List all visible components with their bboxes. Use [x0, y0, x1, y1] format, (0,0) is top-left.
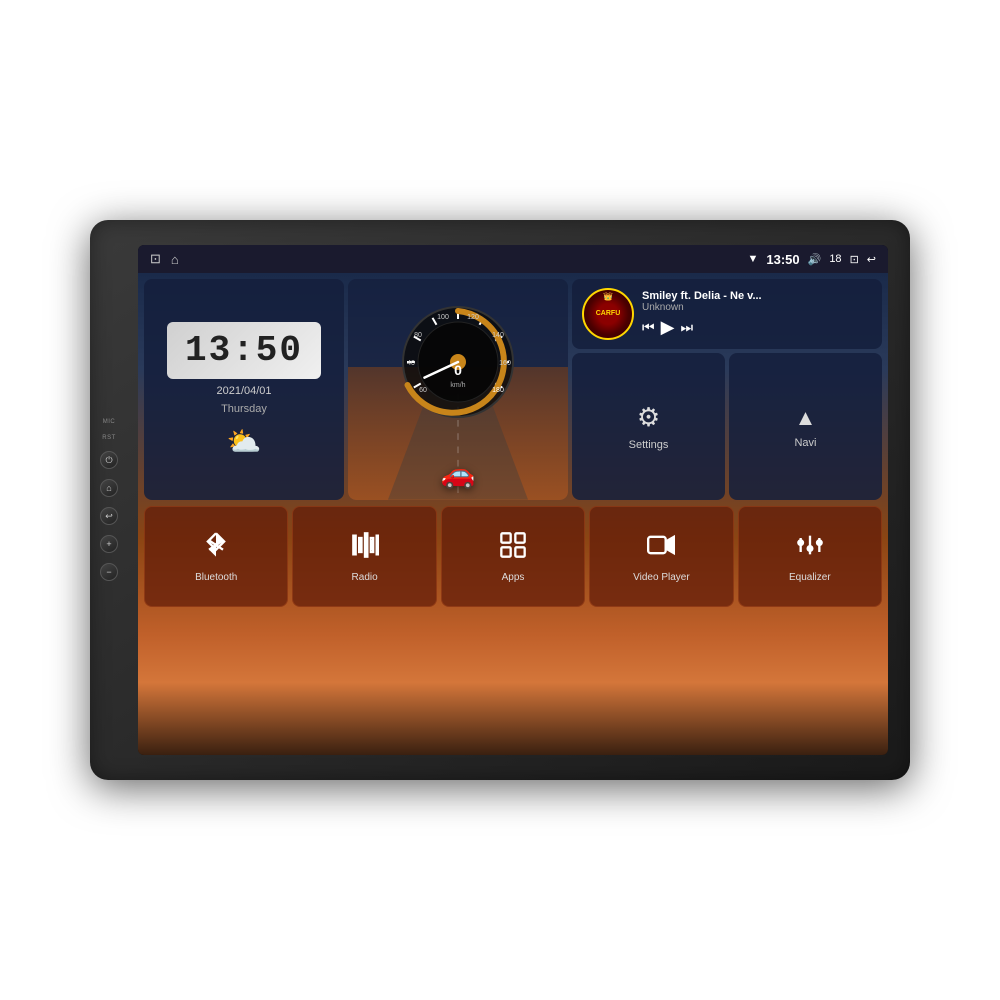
speedometer-panel: 60 40 80 100 120 140 160 180 0 km/h: [348, 279, 568, 500]
apps-label: Apps: [502, 572, 525, 583]
svg-text:0: 0: [454, 362, 462, 378]
weather-icon: ⛅: [227, 425, 262, 458]
bluetooth-label: Bluetooth: [195, 572, 237, 583]
bluetooth-icon: [202, 531, 230, 566]
gauge-svg: 60 40 80 100 120 140 160 180 0 km/h: [393, 297, 523, 427]
bluetooth-button[interactable]: Bluetooth: [144, 506, 288, 607]
clock-display: 13:50: [167, 322, 321, 379]
clock-time: 13:50: [185, 330, 303, 371]
power-button[interactable]: ⏻: [100, 451, 118, 469]
vol-up-button[interactable]: +: [100, 535, 118, 553]
radio-button[interactable]: Radio: [292, 506, 436, 607]
top-panels: 13:50 2021/04/01 Thursday ⛅: [138, 273, 888, 503]
settings-navi-row: ⚙ Settings ▲ Navi: [572, 353, 882, 500]
svg-text:60: 60: [419, 387, 427, 394]
next-button[interactable]: ⏭: [680, 319, 693, 336]
volume-level: 18: [829, 253, 841, 265]
navi-label: Navi: [794, 437, 816, 449]
status-time: 13:50: [766, 252, 799, 267]
car-icon: 🚗: [441, 457, 476, 490]
music-info: Smiley ft. Delia - Ne v... Unknown ⏮ ▶ ⏭: [642, 290, 872, 338]
back-side-button[interactable]: ↩: [100, 507, 118, 525]
music-panel: 👑 CARFU Smiley ft. Delia - Ne v... Unkno…: [572, 279, 882, 349]
navi-button[interactable]: ▲ Navi: [729, 353, 882, 500]
music-artist: Unknown: [642, 302, 872, 313]
bottom-app-row: Bluetooth Radio: [138, 503, 888, 613]
screen: ⊡ ⌂ ▼ 13:50 🔊 18 ⊡ ↩ 13:50 2: [138, 245, 888, 755]
clock-panel: 13:50 2021/04/01 Thursday ⛅: [144, 279, 344, 500]
speaker-icon: 🔊: [808, 253, 822, 266]
music-controls: ⏮ ▶ ⏭: [642, 317, 872, 338]
svg-text:40: 40: [407, 360, 415, 367]
equalizer-button[interactable]: Equalizer: [738, 506, 882, 607]
clock-day: Thursday: [221, 403, 267, 415]
svg-text:180: 180: [492, 387, 504, 394]
right-panels: 👑 CARFU Smiley ft. Delia - Ne v... Unkno…: [572, 279, 882, 500]
rst-label: RST: [102, 435, 116, 441]
settings-label: Settings: [629, 439, 669, 451]
screen-content: 13:50 2021/04/01 Thursday ⛅: [138, 273, 888, 755]
svg-text:140: 140: [492, 332, 504, 339]
status-bar-right: ▼ 13:50 🔊 18 ⊡ ↩: [747, 252, 876, 267]
svg-text:km/h: km/h: [450, 382, 465, 389]
svg-text:160: 160: [499, 360, 511, 367]
settings-button[interactable]: ⚙ Settings: [572, 353, 725, 500]
side-controls: MIC RST ⏻ ⌂ ↩ + −: [100, 419, 118, 581]
video-icon: [647, 531, 675, 566]
status-bar: ⊡ ⌂ ▼ 13:50 🔊 18 ⊡ ↩: [138, 245, 888, 273]
clock-date: 2021/04/01: [216, 385, 271, 397]
wifi-icon: ▼: [747, 253, 758, 265]
video-player-button[interactable]: Video Player: [589, 506, 733, 607]
home-status-icon[interactable]: ⌂: [171, 252, 179, 267]
album-art: 👑 CARFU: [582, 288, 634, 340]
vol-down-button[interactable]: −: [100, 563, 118, 581]
play-button[interactable]: ▶: [661, 317, 675, 338]
window-icon[interactable]: ⊡: [150, 251, 161, 267]
apps-icon: [499, 531, 527, 566]
equalizer-icon: [796, 531, 824, 566]
prev-button[interactable]: ⏮: [642, 319, 655, 336]
status-bar-left: ⊡ ⌂: [150, 251, 179, 267]
video-player-label: Video Player: [633, 572, 690, 583]
carfu-logo: CARFU: [596, 310, 621, 318]
svg-text:80: 80: [414, 332, 422, 339]
svg-text:120: 120: [467, 314, 479, 321]
back-status-icon[interactable]: ↩: [867, 253, 876, 266]
radio-icon: [351, 531, 379, 566]
mic-label: MIC: [103, 419, 116, 425]
window-status-icon: ⊡: [850, 253, 859, 266]
settings-icon: ⚙: [637, 402, 660, 433]
equalizer-label: Equalizer: [789, 572, 831, 583]
music-title: Smiley ft. Delia - Ne v...: [642, 290, 872, 302]
crown-icon: 👑: [603, 292, 613, 301]
svg-text:100: 100: [437, 314, 449, 321]
device-body: MIC RST ⏻ ⌂ ↩ + − ⊡ ⌂ ▼ 13:50 🔊 18 ⊡ ↩: [90, 220, 910, 780]
radio-label: Radio: [352, 572, 378, 583]
home-side-button[interactable]: ⌂: [100, 479, 118, 497]
navi-icon: ▲: [795, 405, 817, 431]
apps-button[interactable]: Apps: [441, 506, 585, 607]
gauge-container: 60 40 80 100 120 140 160 180 0 km/h: [393, 297, 523, 432]
